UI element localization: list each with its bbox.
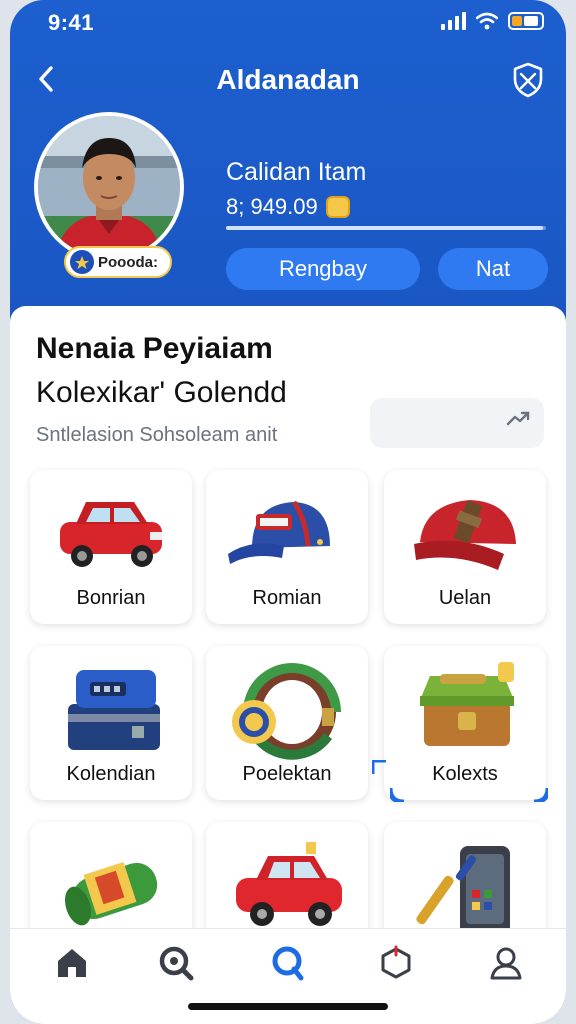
page-title: Aldanadan — [216, 64, 360, 95]
item-label: Bonrian — [76, 587, 146, 609]
search-icon[interactable] — [156, 943, 196, 983]
profile-icon[interactable] — [486, 943, 526, 983]
selection-corner — [390, 788, 404, 802]
item-label: Kolendian — [66, 763, 156, 785]
canister-icon — [65, 861, 158, 926]
home-indicator — [188, 1003, 388, 1010]
bottom-tab-bar — [10, 928, 566, 1024]
selection-corner — [372, 760, 386, 774]
status-icons — [441, 12, 544, 30]
status-time: 9:41 — [48, 10, 95, 35]
bracelet-icon — [232, 663, 341, 760]
progress-fill — [226, 226, 543, 230]
signal-icon — [441, 12, 466, 30]
content-sheet: Nenaia Peyiaiam Kolexikar' Golendd Sntle… — [10, 306, 566, 976]
red-car-icon — [236, 842, 342, 926]
status-bar: 9:41 — [10, 8, 566, 38]
primary-button[interactable]: Rengbay — [226, 248, 420, 290]
profile-name: Calidan Itam — [226, 158, 367, 186]
profile-points: 8; 949.09 — [226, 194, 350, 220]
item-card[interactable]: Poelektan — [206, 646, 368, 800]
avatar[interactable] — [34, 112, 184, 262]
discover-icon[interactable] — [268, 943, 308, 983]
top-navbar: Aldanadan — [10, 52, 566, 108]
green-chest-icon — [420, 662, 514, 746]
home-icon[interactable] — [52, 943, 92, 983]
section-title: Nenaia Peyiaiam — [36, 332, 273, 365]
section-subtitle: Sntlelasion Sohsoleam anit — [36, 424, 278, 446]
trend-icon — [506, 411, 530, 426]
baseball-cap-icon — [228, 500, 330, 564]
item-card[interactable]: Kolendian — [30, 646, 192, 800]
progress-bar — [226, 226, 546, 230]
item-card[interactable]: Uelan — [384, 470, 546, 624]
section-title-line2: Kolexikar' Golendd — [36, 376, 287, 409]
avatar-photo — [38, 116, 180, 258]
battery-icon — [508, 12, 544, 30]
item-card[interactable]: Romian — [206, 470, 368, 624]
item-label: Poelektan — [242, 763, 332, 785]
selection-corner — [534, 788, 548, 802]
rank-label: Poooda: — [98, 253, 158, 271]
shield-icon[interactable] — [508, 60, 548, 100]
toolbox-icon — [68, 670, 160, 750]
item-card[interactable]: Bonrian — [30, 470, 192, 624]
item-label: Kolexts — [432, 763, 498, 785]
item-label: Uelan — [438, 587, 492, 609]
item-card-selected[interactable]: Kolexts — [384, 646, 546, 800]
profile-header: Poooda: Calidan Itam 8; 949.09 Rengbay N… — [10, 112, 566, 302]
wifi-icon — [476, 12, 498, 30]
red-hat-icon — [414, 500, 516, 570]
rank-badge: Poooda: — [64, 246, 172, 278]
phone-tool-icon — [416, 846, 510, 938]
item-label: Romian — [252, 587, 322, 609]
rank-icon — [70, 250, 94, 274]
phone-screen: 9:41 Aldanadan Poooda: Calidan Itam 8; 9… — [10, 0, 566, 1024]
collection-icon[interactable] — [376, 943, 416, 983]
red-car-icon — [60, 502, 162, 567]
points-value: 8; 949.09 — [226, 194, 318, 219]
secondary-button[interactable]: Nat — [438, 248, 548, 290]
filter-pill[interactable] — [370, 398, 544, 448]
coin-icon — [325, 196, 350, 218]
